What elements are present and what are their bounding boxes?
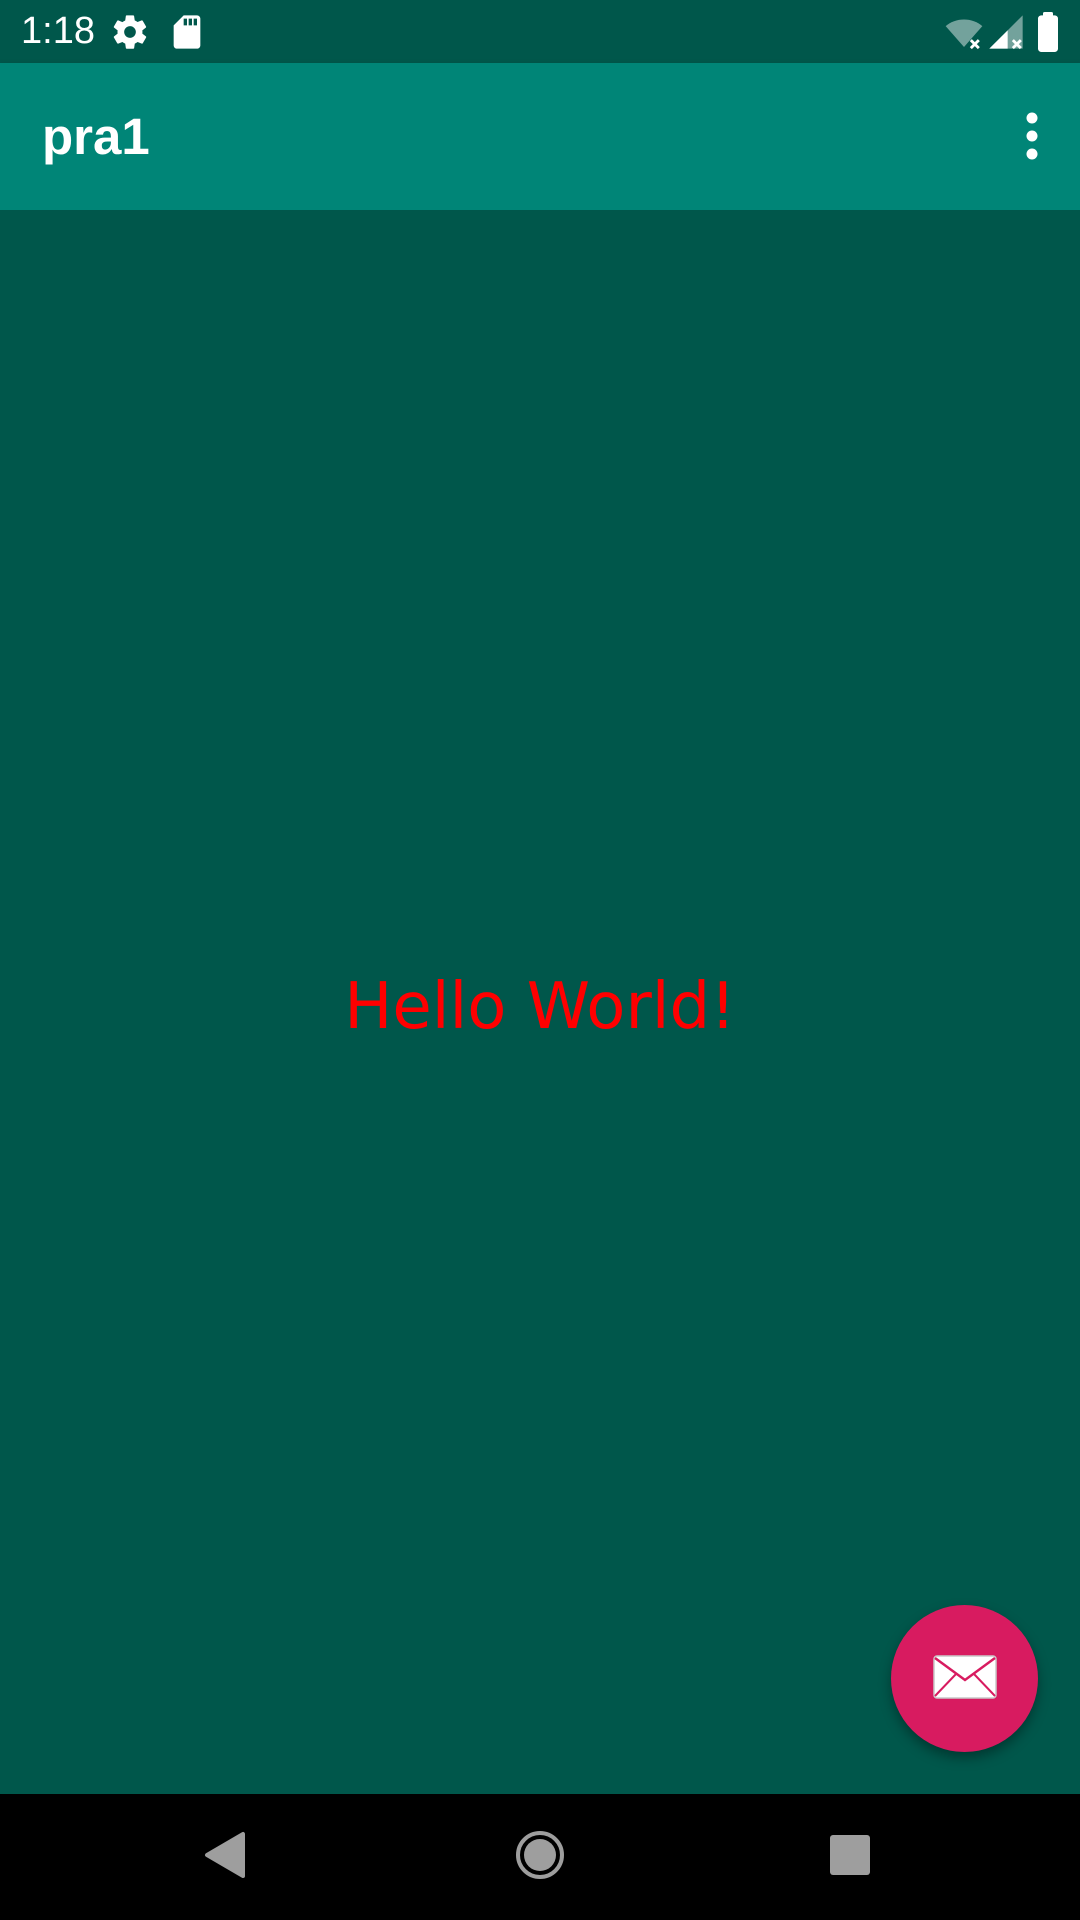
home-icon bbox=[514, 1829, 566, 1885]
overflow-menu-button[interactable] bbox=[1002, 103, 1062, 173]
app-screen: 1:18 pra1 Hello World! bbox=[0, 0, 1080, 1920]
app-bar: pra1 bbox=[0, 63, 1080, 210]
signal-off-icon bbox=[986, 12, 1026, 52]
status-bar: 1:18 bbox=[0, 0, 1080, 63]
email-icon bbox=[932, 1652, 998, 1706]
sd-card-icon bbox=[167, 12, 207, 52]
back-button[interactable] bbox=[190, 1822, 260, 1892]
gear-icon bbox=[110, 12, 150, 52]
navigation-bar bbox=[0, 1794, 1080, 1920]
back-icon bbox=[201, 1830, 249, 1884]
home-button[interactable] bbox=[505, 1822, 575, 1892]
status-time: 1:18 bbox=[21, 10, 95, 52]
wifi-off-icon bbox=[944, 12, 984, 52]
app-title: pra1 bbox=[42, 108, 150, 165]
recents-icon bbox=[829, 1834, 871, 1880]
more-vert-icon bbox=[1024, 112, 1040, 164]
email-fab-button[interactable] bbox=[891, 1605, 1038, 1752]
main-content: Hello World! bbox=[0, 210, 1080, 1794]
recents-button[interactable] bbox=[815, 1822, 885, 1892]
battery-icon bbox=[1030, 12, 1066, 53]
hello-world-text: Hello World! bbox=[344, 970, 736, 1044]
